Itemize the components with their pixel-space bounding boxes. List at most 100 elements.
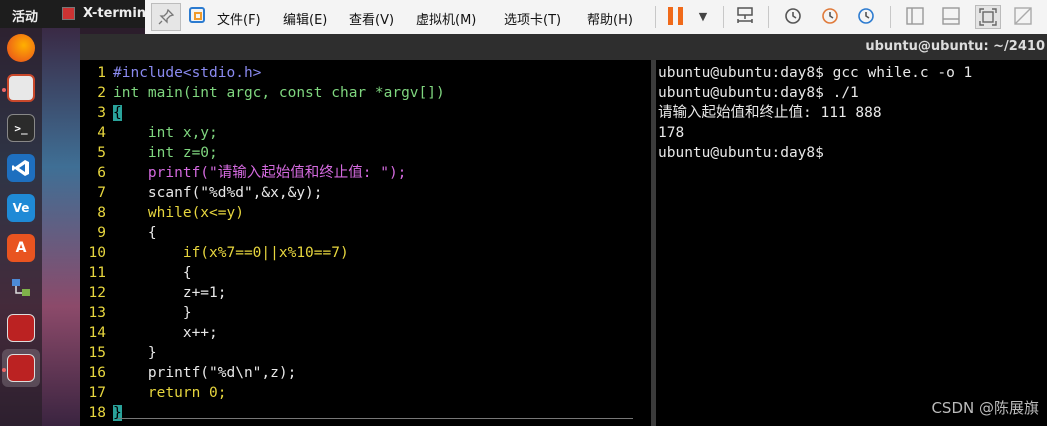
- code-line: 16 printf("%d\n",z);: [80, 363, 651, 383]
- vectorapp-icon[interactable]: Ve: [7, 194, 35, 222]
- line-number: 3: [97, 105, 106, 121]
- app-menu-label: X-termin: [83, 6, 147, 21]
- xterminal-dock-icon[interactable]: [7, 314, 35, 342]
- status-line: [118, 418, 633, 419]
- code-text: int x,y;: [113, 125, 218, 141]
- software-center-icon[interactable]: A: [7, 234, 35, 262]
- menu-edit[interactable]: 编辑(E): [283, 9, 327, 28]
- code-line: 5 int z=0;: [80, 143, 651, 163]
- line-number: 18: [88, 405, 106, 421]
- code-text: int main(int argc, const char *argv[]): [113, 85, 445, 101]
- menu-view[interactable]: 查看(V): [349, 9, 394, 28]
- line-number: 16: [88, 365, 106, 381]
- menu-tabs[interactable]: 选项卡(T): [504, 9, 561, 28]
- xterminal-active-icon[interactable]: [7, 354, 35, 382]
- code-line: 2 int main(int argc, const char *argv[]): [80, 83, 651, 103]
- line-number: 1: [97, 65, 106, 81]
- watermark: CSDN @陈展旗: [931, 399, 1039, 417]
- code-line: 14 x++;: [80, 323, 651, 343]
- code-text: }: [113, 345, 157, 361]
- shell-output-line: ubuntu@ubuntu:day8$ gcc while.c -o 1: [658, 65, 973, 81]
- code-text: }: [113, 305, 192, 321]
- code-text: int z=0;: [113, 145, 218, 161]
- terminal-title-bar: ubuntu@ubuntu: ~/2410: [80, 34, 1047, 60]
- code-line: 9 {: [80, 223, 651, 243]
- pause-icon[interactable]: [668, 7, 685, 25]
- sidebar-toggle-icon[interactable]: [903, 5, 927, 27]
- toolbar-divider: [890, 6, 891, 28]
- code-line: 8 while(x<=y): [80, 203, 651, 223]
- code-text: if(x%7==0||x%10==7): [113, 245, 349, 261]
- code-text: printf("请输入起始值和终止值: ");: [113, 165, 407, 181]
- shell-prompt: ubuntu@ubuntu:day8$: [658, 145, 824, 161]
- app-menu[interactable]: X-termin: [62, 6, 146, 21]
- code-line: 7 scanf("%d%d",&x,&y);: [80, 183, 651, 203]
- menu-vm[interactable]: 虚拟机(M): [416, 9, 476, 28]
- code-line: 15 }: [80, 343, 651, 363]
- window-title: ubuntu@ubuntu: ~/2410: [865, 39, 1045, 54]
- line-number: 10: [88, 245, 106, 261]
- shell-pane[interactable]: ubuntu@ubuntu:day8$ gcc while.c -o 1 ubu…: [656, 60, 1047, 426]
- vmware-toolbar: 文件(F) 编辑(E) 查看(V) 虚拟机(M) 选项卡(T) 帮助(H) ▼: [145, 0, 1047, 35]
- code-line: 1 #include<stdio.h>: [80, 63, 651, 83]
- revert-snapshot-icon[interactable]: [818, 5, 842, 27]
- vim-editor-pane[interactable]: 1 #include<stdio.h> 2 int main(int argc, c…: [80, 60, 651, 426]
- code-text: return 0;: [113, 385, 227, 401]
- line-number: 11: [88, 265, 106, 281]
- code-line: 4 int x,y;: [80, 123, 651, 143]
- code-line: 10 if(x%7==0||x%10==7): [80, 243, 651, 263]
- code-text: scanf("%d%d",&x,&y);: [113, 185, 323, 201]
- code-line: 3{: [80, 103, 651, 123]
- code-line: 6 printf("请输入起始值和终止值: ");: [80, 163, 651, 183]
- code-line: 18}: [80, 403, 651, 423]
- line-number: 8: [97, 205, 106, 221]
- vscode-icon[interactable]: [7, 154, 35, 182]
- shell-output-line: ubuntu@ubuntu:day8$ ./1: [658, 85, 859, 101]
- running-indicator: [2, 368, 6, 372]
- fullscreen-icon[interactable]: [975, 5, 1001, 29]
- line-number: 13: [88, 305, 106, 321]
- line-number: 7: [97, 185, 106, 201]
- line-number: 17: [88, 385, 106, 401]
- line-number: 9: [97, 225, 106, 241]
- terminal-icon[interactable]: >_: [7, 114, 35, 142]
- chevron-down-icon[interactable]: ▼: [691, 5, 715, 27]
- code-text: #include<stdio.h>: [113, 65, 262, 81]
- toolbar-divider: [768, 6, 769, 28]
- code-text: {: [113, 225, 157, 241]
- activities-button[interactable]: 活动: [12, 6, 38, 25]
- menu-file[interactable]: 文件(F): [217, 9, 261, 28]
- snapshot-manager-icon[interactable]: [854, 5, 878, 27]
- toolbar-divider: [655, 6, 656, 28]
- dock: >_ Ve A: [0, 28, 42, 426]
- code-text: {: [113, 265, 192, 281]
- line-number: 14: [88, 325, 106, 341]
- code-text: printf("%d\n",z);: [113, 365, 297, 381]
- shell-output-line: 178: [658, 125, 685, 141]
- code-text: {: [113, 105, 122, 121]
- code-line: 17 return 0;: [80, 383, 651, 403]
- menu-help[interactable]: 帮助(H): [587, 9, 633, 28]
- console-view-icon[interactable]: [939, 5, 963, 27]
- line-number: 6: [97, 165, 106, 181]
- code-text: while(x<=y): [113, 205, 244, 221]
- files-icon[interactable]: [7, 74, 35, 102]
- unity-mode-icon[interactable]: [1011, 5, 1035, 27]
- code-text: z+=1;: [113, 285, 227, 301]
- toolbar-divider: [723, 6, 724, 28]
- snapshot-icon[interactable]: [781, 5, 805, 27]
- xterminal-app-icon: [62, 7, 75, 20]
- code-line: 11 {: [80, 263, 651, 283]
- line-number: 5: [97, 145, 106, 161]
- line-number: 15: [88, 345, 106, 361]
- running-indicator: [2, 88, 6, 92]
- network-tool-icon[interactable]: [7, 274, 35, 302]
- line-number: 2: [97, 85, 106, 101]
- firefox-icon[interactable]: [7, 34, 35, 62]
- code-line: 13 }: [80, 303, 651, 323]
- vmware-logo-icon: [189, 7, 205, 23]
- code-text: x++;: [113, 325, 218, 341]
- line-number: 12: [88, 285, 106, 301]
- network-icon[interactable]: [733, 5, 757, 27]
- pin-icon[interactable]: [151, 3, 181, 31]
